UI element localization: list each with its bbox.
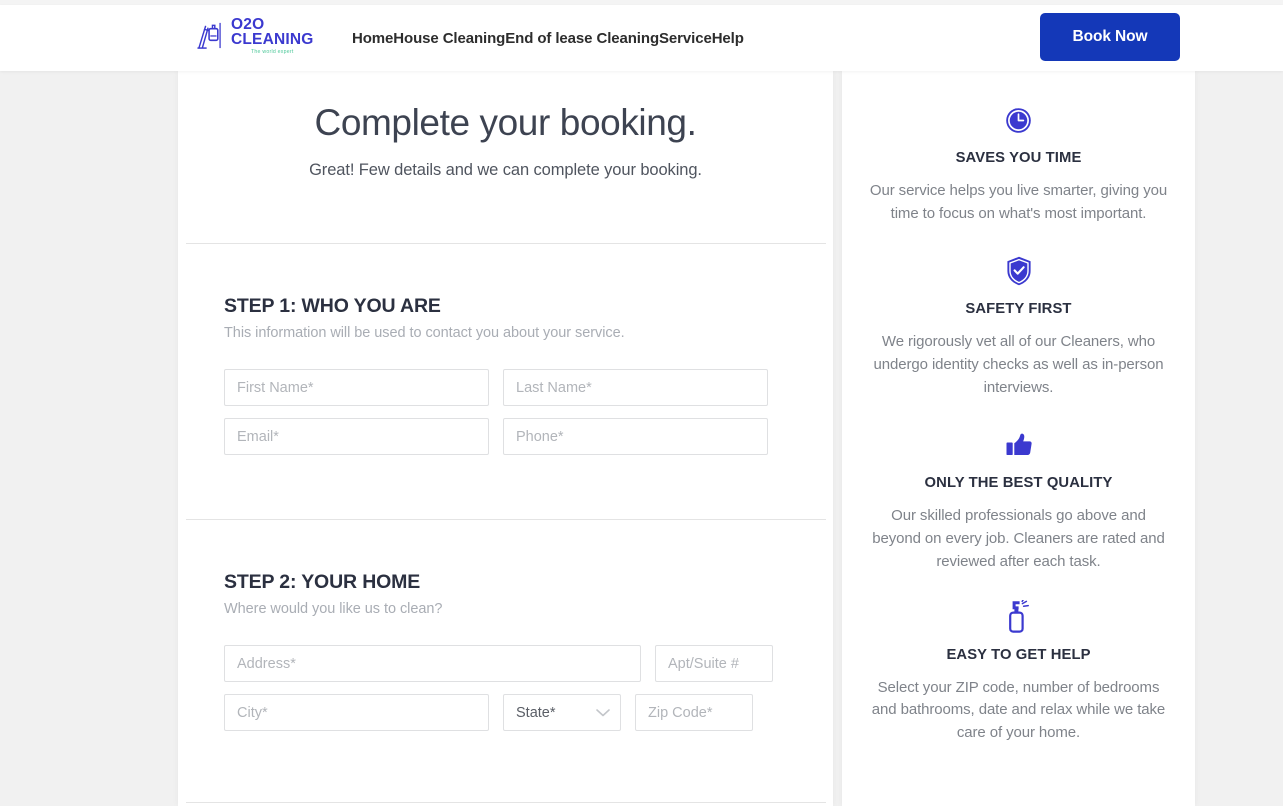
page-subtitle: Great! Few details and we can complete y… [178, 161, 833, 180]
feature-icon-wrap [862, 428, 1175, 462]
feature-saves-you-time: SAVES YOU TIME Our service helps you liv… [862, 103, 1175, 226]
page-root: O2O CLEANING The world expert Home House… [0, 0, 1283, 806]
main-navigation: Home House Cleaning End of lease Cleanin… [352, 5, 744, 71]
step-1-fields [224, 369, 794, 455]
feature-title: EASY TO GET HELP [862, 647, 1175, 663]
section-divider-2 [186, 519, 826, 520]
feature-text: Our service helps you live smarter, givi… [862, 180, 1175, 226]
brand-name: O2O CLEANING [231, 17, 314, 47]
step-2-title: STEP 2: YOUR HOME [224, 571, 794, 594]
brand-name-line2: CLEANING [231, 32, 314, 47]
shield-check-icon [1006, 256, 1032, 286]
nav-item-service[interactable]: Service [659, 30, 712, 47]
first-name-input[interactable] [224, 369, 489, 406]
feature-only-the-best-quality: ONLY THE BEST QUALITY Our skilled profes… [862, 428, 1175, 574]
feature-easy-to-get-help: EASY TO GET HELP Select your ZIP code, n… [862, 600, 1175, 746]
step-2-section: STEP 2: YOUR HOME Where would you like u… [224, 571, 794, 731]
address-input[interactable] [224, 645, 641, 682]
step-1-title: STEP 1: WHO YOU ARE [224, 295, 794, 318]
step-2-fields: State* [224, 645, 794, 731]
feature-title: SAVES YOU TIME [862, 150, 1175, 166]
page-title: Complete your booking. [178, 101, 833, 145]
clock-icon [1005, 107, 1032, 134]
feature-text: Our skilled professionals go above and b… [862, 505, 1175, 574]
last-name-input[interactable] [503, 369, 768, 406]
brand-logo[interactable]: O2O CLEANING The world expert [196, 17, 314, 56]
nav-item-help[interactable]: Help [712, 30, 744, 47]
spray-bottle-icon [1006, 600, 1032, 634]
section-divider-1 [186, 243, 826, 244]
site-header: O2O CLEANING The world expert Home House… [0, 5, 1283, 71]
step-2-subtitle: Where would you like us to clean? [224, 601, 794, 617]
feature-text: Select your ZIP code, number of bedrooms… [862, 677, 1175, 746]
step-1-subtitle: This information will be used to contact… [224, 325, 794, 341]
city-input[interactable] [224, 694, 489, 731]
nav-item-house-cleaning[interactable]: House Cleaning [393, 30, 505, 47]
feature-title: ONLY THE BEST QUALITY [862, 475, 1175, 491]
feature-title: SAFETY FIRST [862, 301, 1175, 317]
feature-icon-wrap [862, 254, 1175, 288]
section-divider-3 [186, 802, 826, 803]
cleaning-tools-icon [196, 19, 227, 51]
step-1-section: STEP 1: WHO YOU ARE This information wil… [224, 295, 794, 455]
email-input[interactable] [224, 418, 489, 455]
hero-block: Complete your booking. Great! Few detail… [178, 71, 833, 180]
booking-form-card: Complete your booking. Great! Few detail… [178, 71, 833, 806]
zip-code-input[interactable] [635, 694, 753, 731]
feature-icon-wrap [862, 600, 1175, 634]
state-select[interactable]: State* [503, 694, 621, 731]
thumbs-up-icon [1005, 432, 1033, 458]
brand-tagline: The world expert [231, 50, 314, 55]
feature-text: We rigorously vet all of our Cleaners, w… [862, 331, 1175, 400]
nav-item-home[interactable]: Home [352, 30, 393, 47]
feature-safety-first: SAFETY FIRST We rigorously vet all of ou… [862, 254, 1175, 400]
brand-name-line1: O2O [231, 17, 314, 32]
state-select-value[interactable]: State* [503, 694, 621, 731]
feature-icon-wrap [862, 103, 1175, 137]
benefits-sidebar: SAVES YOU TIME Our service helps you liv… [842, 71, 1195, 806]
phone-input[interactable] [503, 418, 768, 455]
nav-item-end-of-lease-cleaning[interactable]: End of lease Cleaning [505, 30, 659, 47]
book-now-button[interactable]: Book Now [1040, 13, 1180, 61]
apt-suite-input[interactable] [655, 645, 773, 682]
content-area: Complete your booking. Great! Few detail… [0, 71, 1283, 806]
